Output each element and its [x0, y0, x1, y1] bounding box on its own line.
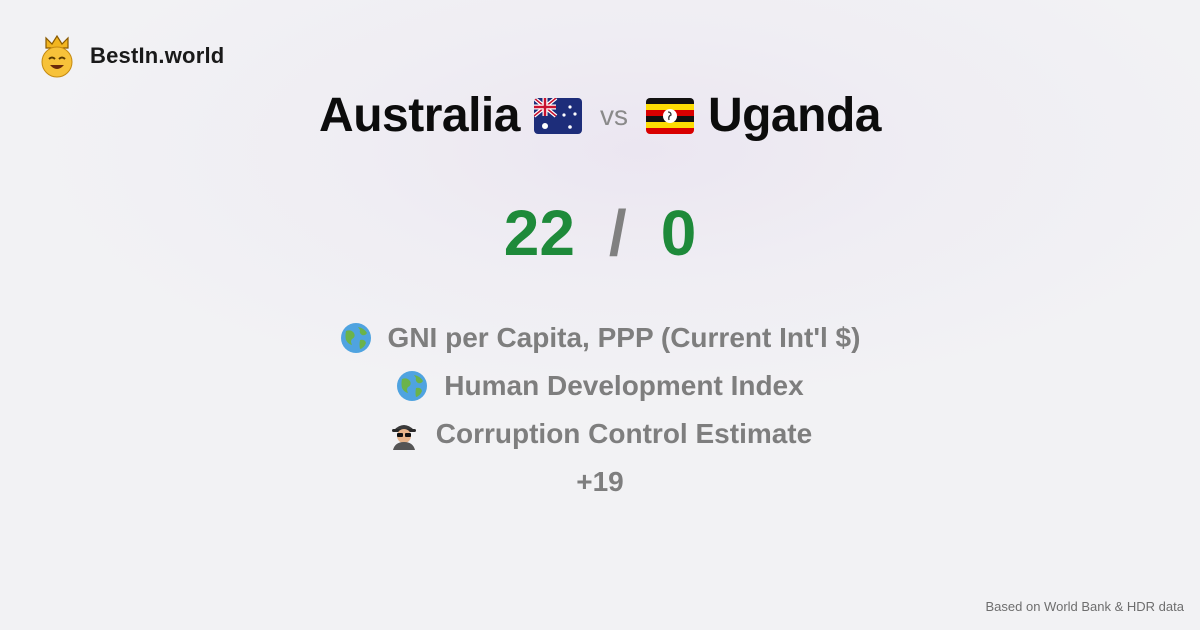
- globe-icon: [397, 371, 428, 401]
- data-source-note: Based on World Bank & HDR data: [985, 599, 1184, 614]
- metric-label: Corruption Control Estimate: [435, 418, 813, 449]
- crown-smiley-icon: [41, 34, 73, 78]
- score-b: 0: [660, 197, 697, 269]
- globe-icon: [340, 323, 371, 353]
- metric-list: GNI per Capita, PPP (Current Int'l $) Hu…: [0, 314, 1200, 506]
- uganda-flag-icon: [645, 97, 694, 134]
- brand-name: BestIn.world: [90, 43, 225, 68]
- metric-label: GNI per Capita, PPP (Current Int'l $): [387, 322, 861, 353]
- australia-flag-icon: [533, 97, 582, 134]
- metric-item: Corruption Control Estimate: [388, 410, 812, 458]
- country-a-name: Australia: [319, 89, 520, 142]
- country-b-name: Uganda: [707, 89, 882, 142]
- metric-label: Human Development Index: [444, 370, 804, 401]
- more-metrics-count[interactable]: +19: [576, 458, 624, 506]
- vs-label: vs: [599, 99, 628, 131]
- spy-icon: [391, 425, 416, 450]
- metric-item: GNI per Capita, PPP (Current Int'l $): [340, 314, 861, 362]
- brand[interactable]: BestIn.world: [38, 34, 224, 78]
- metric-item: Human Development Index: [396, 362, 804, 410]
- score-separator: /: [608, 197, 627, 269]
- score-a: 22: [503, 197, 575, 269]
- comparison-title: Australia vs Uganda: [0, 88, 1200, 143]
- score: 22 / 0: [0, 196, 1200, 270]
